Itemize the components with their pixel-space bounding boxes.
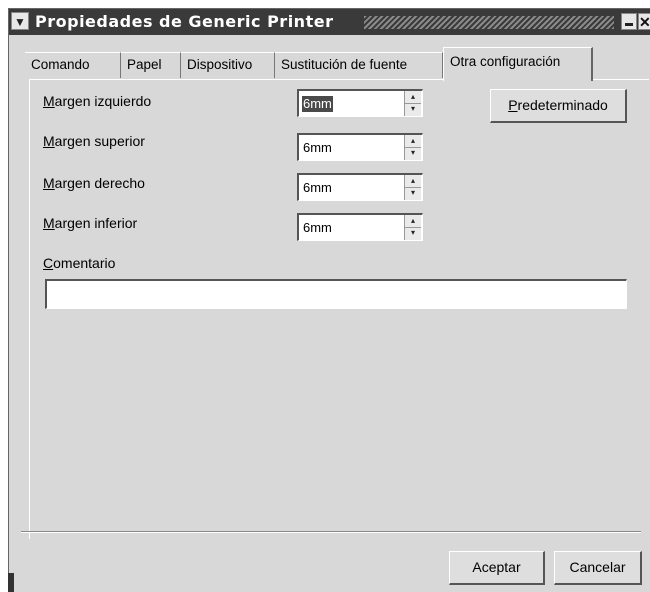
spin-down-icon[interactable]: ▾ (405, 103, 421, 115)
right-margin-spinbox[interactable]: 6mm ▴ ▾ (297, 173, 423, 201)
left-margin-label: Margen izquierdo (43, 93, 151, 109)
spin-down-icon[interactable]: ▾ (405, 227, 421, 239)
tab-otra-configuracion[interactable]: Otra configuración (443, 47, 593, 81)
window-title: Propiedades de Generic Printer (35, 12, 334, 31)
tab-sustitucion-de-fuente[interactable]: Sustitución de fuente (275, 52, 443, 78)
close-icon: ✕ (639, 14, 650, 30)
spin-down-icon[interactable]: ▾ (405, 187, 421, 199)
mnemonic: M (43, 133, 55, 149)
tab-papel[interactable]: Papel (121, 52, 181, 78)
button-label: redeterminado (517, 97, 608, 113)
tab-label: Comando (31, 57, 90, 72)
footer-separator (21, 531, 641, 533)
mnemonic: M (43, 215, 55, 231)
tab-dispositivo[interactable]: Dispositivo (181, 52, 275, 78)
top-margin-label: Margen superior (43, 133, 145, 149)
default-button[interactable]: Predeterminado (490, 89, 627, 123)
top-margin-value[interactable]: 6mm (302, 140, 333, 156)
mnemonic: C (43, 255, 54, 271)
comment-label: Comentario (43, 255, 115, 271)
label-text: argen derecho (54, 175, 145, 191)
left-margin-value[interactable]: 6mm (302, 96, 333, 112)
spin-arrows[interactable]: ▴ ▾ (404, 175, 421, 200)
bottom-margin-value[interactable]: 6mm (302, 220, 333, 236)
tab-label: Sustitución de fuente (281, 57, 408, 72)
close-button[interactable]: ✕ (638, 13, 650, 30)
title-bar[interactable]: ▼ Propiedades de Generic Printer ✕ (9, 9, 650, 35)
mnemonic: P (508, 97, 518, 113)
label-text: omentario (53, 255, 116, 271)
tab-label: Dispositivo (187, 57, 253, 72)
window-menu-button[interactable]: ▼ (11, 12, 29, 30)
desktop-edge (8, 573, 14, 592)
tab-label: Papel (127, 57, 162, 72)
printer-properties-dialog: ▼ Propiedades de Generic Printer ✕ Coman… (8, 8, 650, 592)
tab-label: Otra configuración (450, 54, 561, 69)
accept-button[interactable]: Aceptar (449, 551, 545, 585)
spin-arrows[interactable]: ▴ ▾ (404, 215, 421, 240)
chevron-down-icon: ▼ (14, 15, 26, 29)
right-margin-label: Margen derecho (43, 175, 145, 191)
cancel-button[interactable]: Cancelar (554, 551, 642, 585)
label-text: argen superior (54, 133, 145, 149)
comment-input[interactable] (45, 279, 627, 309)
top-margin-spinbox[interactable]: 6mm ▴ ▾ (297, 133, 423, 161)
mnemonic: M (43, 93, 55, 109)
spin-arrows[interactable]: ▴ ▾ (404, 135, 421, 160)
title-bar-stripes (364, 16, 614, 29)
mnemonic: M (43, 175, 55, 191)
spin-arrows[interactable]: ▴ ▾ (404, 91, 421, 116)
right-margin-value[interactable]: 6mm (302, 180, 333, 196)
label-text: argen izquierdo (54, 93, 152, 109)
bottom-margin-label: Margen inferior (43, 215, 137, 231)
left-margin-spinbox[interactable]: 6mm ▴ ▾ (297, 89, 423, 117)
tab-comando[interactable]: Comando (25, 52, 121, 78)
spin-down-icon[interactable]: ▾ (405, 147, 421, 159)
bottom-margin-spinbox[interactable]: 6mm ▴ ▾ (297, 213, 423, 241)
label-text: argen inferior (54, 215, 138, 231)
minimize-button[interactable] (621, 13, 637, 30)
